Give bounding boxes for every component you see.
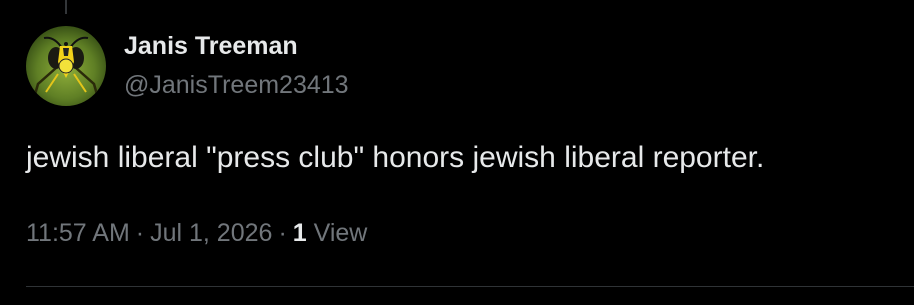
divider <box>26 286 914 287</box>
wasp-avatar-icon <box>26 26 106 106</box>
tweet-date[interactable]: Jul 1, 2026 <box>150 219 272 247</box>
views-count: 1 <box>292 219 307 247</box>
tweet-text: jewish liberal "press club" honors jewis… <box>26 141 765 174</box>
avatar[interactable] <box>26 26 106 106</box>
meta-separator: · <box>135 219 145 247</box>
author-handle[interactable]: @JanisTreem23413 <box>124 69 349 101</box>
views-label: View <box>313 219 368 247</box>
tweet-meta: 11:57 AM · Jul 1, 2026 · 1 View <box>26 217 367 249</box>
tweet-time[interactable]: 11:57 AM <box>26 219 130 247</box>
author-display-name[interactable]: Janis Treeman <box>124 30 298 62</box>
meta-separator: · <box>278 219 287 247</box>
thread-connector-line <box>65 0 67 14</box>
